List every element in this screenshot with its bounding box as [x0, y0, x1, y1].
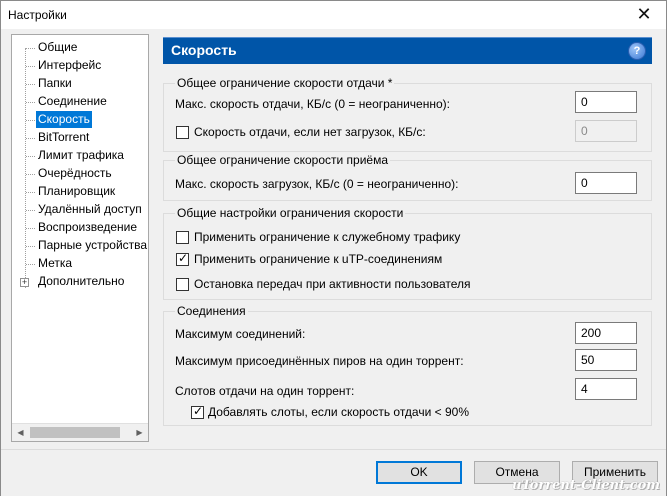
title-bar: Настройки ✕	[1, 1, 666, 29]
tree-guide-branch	[26, 102, 35, 103]
max-download-input[interactable]	[575, 172, 637, 194]
close-button[interactable]: ✕	[622, 1, 666, 29]
tree-item-playback[interactable]: Воспроизведение	[36, 219, 139, 236]
overhead-checkbox[interactable]	[176, 231, 189, 244]
group-title: Соединения	[175, 304, 248, 318]
tree-guide-branch	[26, 246, 35, 247]
tree-item-folders[interactable]: Папки	[36, 75, 74, 92]
upload-slots-input[interactable]	[575, 378, 637, 400]
settings-tree[interactable]: Общие Интерфейс Папки Соединение Скорост…	[11, 34, 149, 442]
download-limit-group: Общее ограничение скорости приёма Макс. …	[163, 153, 652, 201]
no-download-upload-label: Скорость отдачи, если нет загрузок, КБ/с…	[194, 125, 426, 139]
utp-label: Применить ограничение к uTP-соединениям	[194, 252, 443, 266]
tree-guide-branch	[26, 120, 35, 121]
tree-guide-branch	[26, 84, 35, 85]
general-limit-group: Общие настройки ограничения скорости При…	[163, 206, 652, 300]
watermark: uTorrent-Client.com	[512, 478, 660, 493]
group-title: Общее ограничение скорости отдачи *	[175, 76, 395, 90]
tree-item-remote[interactable]: Удалённый доступ	[36, 201, 144, 218]
no-download-upload-input[interactable]	[575, 120, 637, 142]
tree-guide-branch	[26, 138, 35, 139]
group-title: Общие настройки ограничения скорости	[175, 206, 406, 220]
overhead-label: Применить ограничение к служебному трафи…	[194, 230, 461, 244]
tree-guide-branch	[26, 264, 35, 265]
tree-item-scheduler[interactable]: Планировщик	[36, 183, 117, 200]
tree-item-speed[interactable]: Скорость	[36, 111, 92, 128]
scroll-left-icon[interactable]: ◀	[12, 424, 29, 441]
extra-slots-label: Добавлять слоты, если скорость отдачи < …	[208, 405, 469, 419]
max-peers-input[interactable]	[575, 349, 637, 371]
tree-item-label[interactable]: Метка	[36, 255, 74, 272]
tree-guide-branch	[26, 66, 35, 67]
tree-guide-branch	[26, 192, 35, 193]
max-peers-label: Максимум присоединённых пиров на один то…	[175, 354, 464, 368]
max-connections-input[interactable]	[575, 322, 637, 344]
tree-item-connection[interactable]: Соединение	[36, 93, 109, 110]
expand-icon[interactable]: +	[20, 278, 29, 287]
upload-limit-group: Общее ограничение скорости отдачи * Макс…	[163, 76, 652, 152]
tree-guide-branch	[26, 228, 35, 229]
panel-header: Скорость ?	[163, 37, 652, 64]
ok-button[interactable]: OK	[376, 461, 462, 484]
settings-window: Настройки ✕ Общие Интерфейс Папки Соедин…	[0, 0, 667, 496]
tree-item-general[interactable]: Общие	[36, 39, 79, 56]
stop-on-activity-checkbox[interactable]	[176, 278, 189, 291]
tree-guide-branch	[26, 174, 35, 175]
tree-horizontal-scrollbar[interactable]: ◀ ▶	[12, 423, 148, 441]
max-download-label: Макс. скорость загрузок, КБ/с (0 = неогр…	[175, 177, 459, 191]
tree-item-bittorrent[interactable]: BitTorrent	[36, 129, 91, 146]
group-title: Общее ограничение скорости приёма	[175, 153, 391, 167]
max-upload-input[interactable]	[575, 91, 637, 113]
tree-guide-branch	[26, 210, 35, 211]
tree-item-paired-devices[interactable]: Парные устройства	[36, 237, 148, 254]
utp-checkbox[interactable]	[176, 251, 189, 266]
help-icon[interactable]: ?	[628, 42, 646, 60]
max-connections-label: Максимум соединений:	[175, 327, 306, 341]
tree-item-queueing[interactable]: Очерёдность	[36, 165, 114, 182]
tree-guide-branch	[26, 48, 35, 49]
tree-guide-branch	[26, 156, 35, 157]
no-download-upload-checkbox[interactable]	[176, 126, 189, 139]
stop-on-activity-label: Остановка передач при активности пользов…	[194, 277, 471, 291]
max-upload-label: Макс. скорость отдачи, КБ/с (0 = неогран…	[175, 97, 450, 111]
scroll-right-icon[interactable]: ▶	[131, 424, 148, 441]
scroll-thumb[interactable]	[30, 427, 120, 438]
tree-item-advanced[interactable]: Дополнительно	[36, 273, 126, 290]
connections-group: Соединения Максимум соединений: Максимум…	[163, 304, 652, 426]
tree-item-traffic-limit[interactable]: Лимит трафика	[36, 147, 126, 164]
extra-slots-checkbox[interactable]	[191, 404, 204, 419]
upload-slots-label: Слотов отдачи на один торрент:	[175, 384, 355, 398]
page-title: Скорость	[171, 42, 237, 58]
window-title: Настройки	[8, 8, 67, 22]
tree-item-interface[interactable]: Интерфейс	[36, 57, 103, 74]
